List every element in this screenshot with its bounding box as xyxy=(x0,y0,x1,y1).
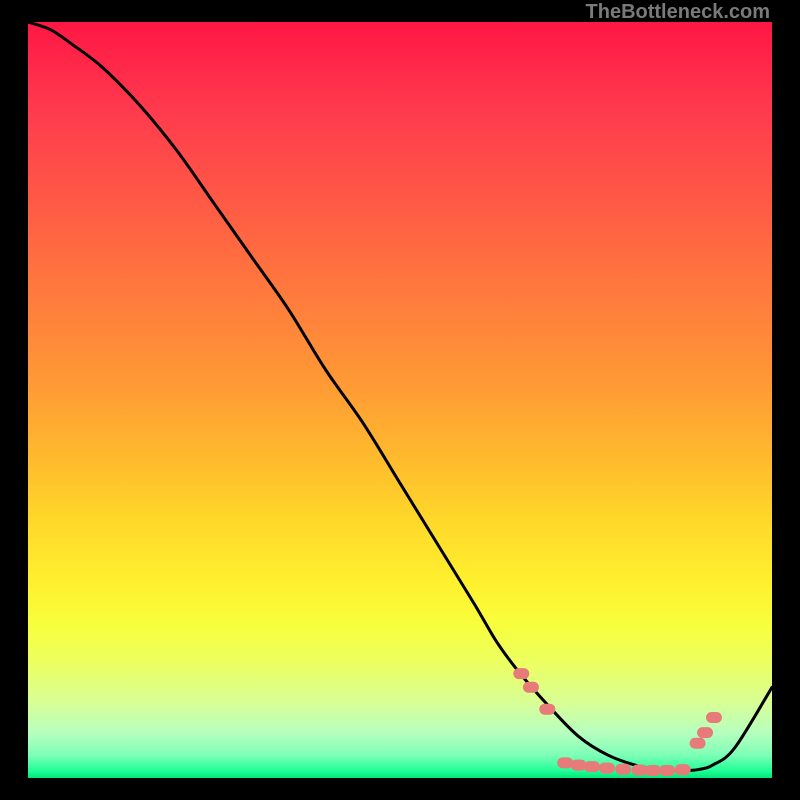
marker-dot xyxy=(539,704,555,715)
marker-dot xyxy=(599,763,615,774)
marker-dot xyxy=(615,764,631,775)
marker-dot xyxy=(675,764,691,775)
marker-dot xyxy=(690,738,706,749)
marker-dot xyxy=(645,765,661,776)
chart-svg xyxy=(0,0,800,800)
marker-dot xyxy=(571,760,587,771)
marker-dot xyxy=(523,682,539,693)
marker-dot xyxy=(557,757,573,768)
marker-dot xyxy=(659,765,675,776)
marker-dot xyxy=(697,727,713,738)
marker-dot xyxy=(513,668,529,679)
marker-dot xyxy=(706,712,722,723)
marker-dot xyxy=(584,761,600,772)
chart-canvas: TheBottleneck.com xyxy=(0,0,800,800)
curve-path xyxy=(28,22,772,770)
curve-series xyxy=(28,22,772,770)
